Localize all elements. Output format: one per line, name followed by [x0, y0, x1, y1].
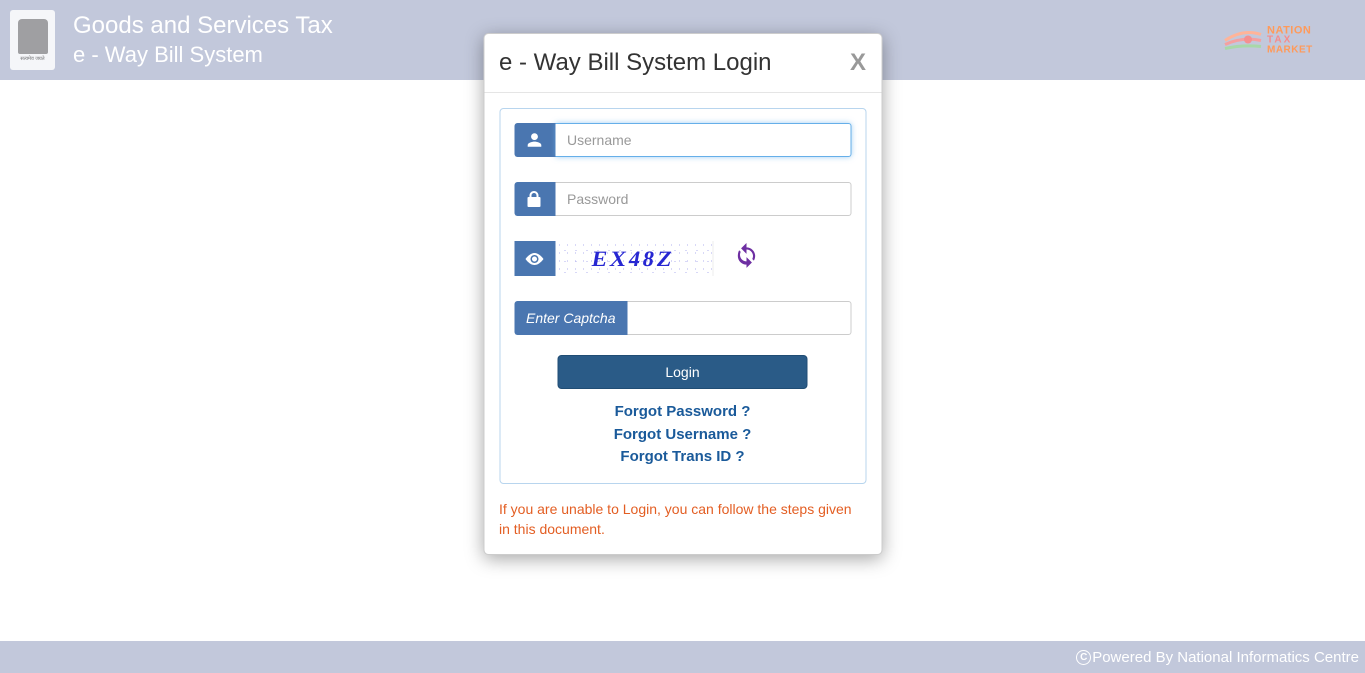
- eye-icon: [514, 241, 555, 276]
- captcha-image: EX48Z: [555, 241, 713, 276]
- page-footer: C Powered By National Informatics Centre: [0, 641, 1365, 673]
- header-titles: Goods and Services Tax e - Way Bill Syst…: [73, 10, 333, 70]
- captcha-input-group: Enter Captcha: [514, 301, 851, 335]
- forgot-username-link[interactable]: Forgot Username ?: [614, 424, 752, 447]
- close-button[interactable]: X: [850, 51, 866, 75]
- refresh-captcha-button[interactable]: [733, 243, 759, 274]
- lock-icon: [514, 182, 555, 216]
- modal-title: e - Way Bill System Login: [499, 49, 772, 77]
- help-links: Forgot Password ? Forgot Username ? Forg…: [514, 401, 851, 469]
- login-button[interactable]: Login: [558, 355, 808, 389]
- captcha-input[interactable]: [628, 301, 852, 335]
- help-document-link[interactable]: If you are unable to Login, you can foll…: [499, 499, 866, 540]
- login-panel: EX48Z Enter Captcha Login Forgot Passwor…: [499, 108, 866, 484]
- forgot-password-link[interactable]: Forgot Password ?: [615, 401, 751, 424]
- username-input[interactable]: [555, 123, 851, 157]
- modal-header: e - Way Bill System Login X: [484, 34, 881, 93]
- india-emblem-logo: सत्यमेव जयते: [10, 10, 55, 70]
- password-input[interactable]: [555, 182, 851, 216]
- forgot-trans-id-link[interactable]: Forgot Trans ID ?: [620, 446, 744, 469]
- password-group: [514, 182, 851, 216]
- username-group: [514, 123, 851, 157]
- user-icon: [514, 123, 555, 157]
- login-modal: e - Way Bill System Login X: [483, 33, 882, 555]
- modal-body: EX48Z Enter Captcha Login Forgot Passwor…: [484, 93, 881, 554]
- copyright-icon: C: [1076, 650, 1091, 665]
- captcha-display-row: EX48Z: [514, 241, 851, 276]
- nation-tax-market-logo: NATION TAX MARKET: [1223, 23, 1353, 58]
- footer-text: Powered By National Informatics Centre: [1092, 649, 1359, 666]
- header-title-main: Goods and Services Tax: [73, 10, 333, 41]
- header-title-sub: e - Way Bill System: [73, 41, 333, 70]
- captcha-label: Enter Captcha: [514, 301, 628, 335]
